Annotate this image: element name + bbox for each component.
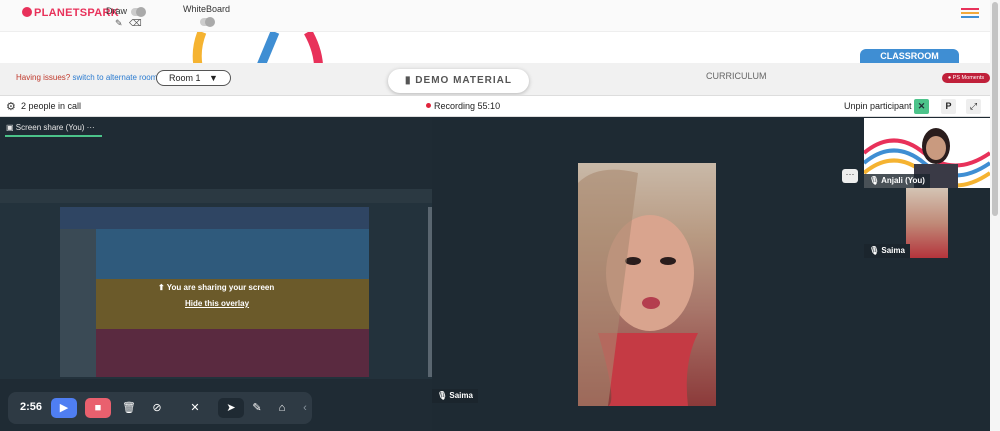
p-button[interactable]: P: [941, 99, 956, 114]
more-options-button[interactable]: ···: [842, 169, 858, 183]
classroom-tab[interactable]: CLASSROOM: [860, 49, 959, 63]
folder-icon: ▮: [405, 75, 412, 86]
trash-icon[interactable]: 🗑: [116, 398, 142, 418]
classroom-page: PLANETSPARK Draw ✎ ⌫ WhiteBoard Having i…: [0, 0, 1000, 431]
ps-moments-button[interactable]: ● PS Moments: [942, 73, 990, 83]
sharing-overlay-message: ⬆ You are sharing your screen: [158, 283, 275, 292]
top-bar: PLANETSPARK Draw ✎ ⌫ WhiteBoard: [0, 0, 990, 32]
pen-icon[interactable]: ✎: [244, 398, 270, 418]
page-scrollbar[interactable]: [990, 0, 1000, 431]
room-select[interactable]: Room 1 ▼: [156, 70, 231, 86]
mic-icon: 🎙: [869, 176, 880, 185]
thumb-video: [906, 188, 948, 258]
video-off-icon[interactable]: ⊘: [144, 398, 170, 418]
collapse-icon[interactable]: ‹: [292, 398, 318, 418]
gear-icon[interactable]: ⚙: [6, 100, 16, 113]
alternate-room-link[interactable]: switch to alternate room: [72, 73, 157, 82]
screen-share-tab[interactable]: ▣ Screen share (You) ···: [6, 123, 95, 132]
thumb-name-tag: 🎙 Anjali (You): [864, 174, 930, 188]
mic-icon: 🎙: [869, 246, 880, 255]
recording-dot-icon: [426, 103, 431, 108]
participant-name-tag: 🎙 Saima: [432, 389, 478, 403]
participant-thumb-saima[interactable]: 🎙 Saima: [864, 188, 990, 258]
planetspark-logo: PLANETSPARK: [22, 7, 119, 19]
shared-toolbar: [0, 189, 432, 203]
participant-face: [578, 169, 698, 406]
ps-moments-icon: ●: [947, 75, 952, 81]
people-count: 2 people in call: [21, 101, 82, 111]
unpin-participant-button[interactable]: Unpin participant: [844, 101, 912, 111]
menu-icon[interactable]: [961, 8, 979, 20]
whiteboard-label: WhiteBoard: [183, 4, 231, 14]
participants-panel: 🎙 Anjali (You) 🎙 Saima: [864, 117, 990, 431]
call-header: ⚙ 2 people in call Recording 55:10 Unpin…: [0, 95, 990, 117]
shared-slide: [60, 207, 369, 377]
draw-label: Draw: [106, 6, 128, 16]
curriculum-tab[interactable]: CURRICULUM: [706, 71, 767, 81]
stop-button[interactable]: ■: [85, 398, 111, 418]
screen-share-panel: ▣ Screen share (You) ··· ⬆ You are shari…: [0, 117, 432, 431]
pointer-icon[interactable]: ➤: [218, 398, 244, 418]
mic-icon: 🎙: [437, 391, 448, 400]
participant-video: [578, 163, 716, 406]
screen-icon: ▣: [6, 123, 14, 132]
pencil-icon[interactable]: ✎: [115, 18, 123, 29]
bottom-toolbar: 2:56 ▶ ■ 🗑 ⊘ ✕ ➤ ✎ ⌂ ‹: [8, 392, 312, 424]
issues-text: Having issues? switch to alternate room: [16, 73, 158, 82]
whiteboard-toggle[interactable]: [200, 17, 215, 27]
main-video-tile[interactable]: 🎙 Saima: [432, 117, 864, 406]
logo-mark-icon: [22, 7, 32, 17]
upload-icon: ⬆: [158, 283, 165, 292]
hide-overlay-link[interactable]: Hide this overlay: [185, 299, 249, 308]
close-icon[interactable]: ✕: [914, 99, 929, 114]
demo-material-button[interactable]: ▮ DEMO MATERIAL: [388, 69, 529, 93]
recording-status: Recording 55:10: [426, 101, 500, 111]
mic-off-icon[interactable]: ✕: [182, 398, 208, 418]
eraser-icon[interactable]: ⌫: [129, 18, 142, 29]
caret-down-icon: ▼: [209, 73, 218, 83]
tab-indicator: [5, 135, 102, 137]
expand-icon[interactable]: ⤢: [966, 99, 981, 114]
thumb-name-tag: 🎙 Saima: [864, 244, 910, 258]
participant-thumb-you[interactable]: 🎙 Anjali (You): [864, 118, 990, 188]
video-stage: ▣ Screen share (You) ··· ⬆ You are shari…: [0, 117, 990, 431]
draw-toggle[interactable]: [131, 7, 146, 17]
scrollbar-thumb[interactable]: [992, 2, 998, 216]
timer: 2:56: [20, 401, 43, 413]
play-button[interactable]: ▶: [51, 398, 77, 418]
